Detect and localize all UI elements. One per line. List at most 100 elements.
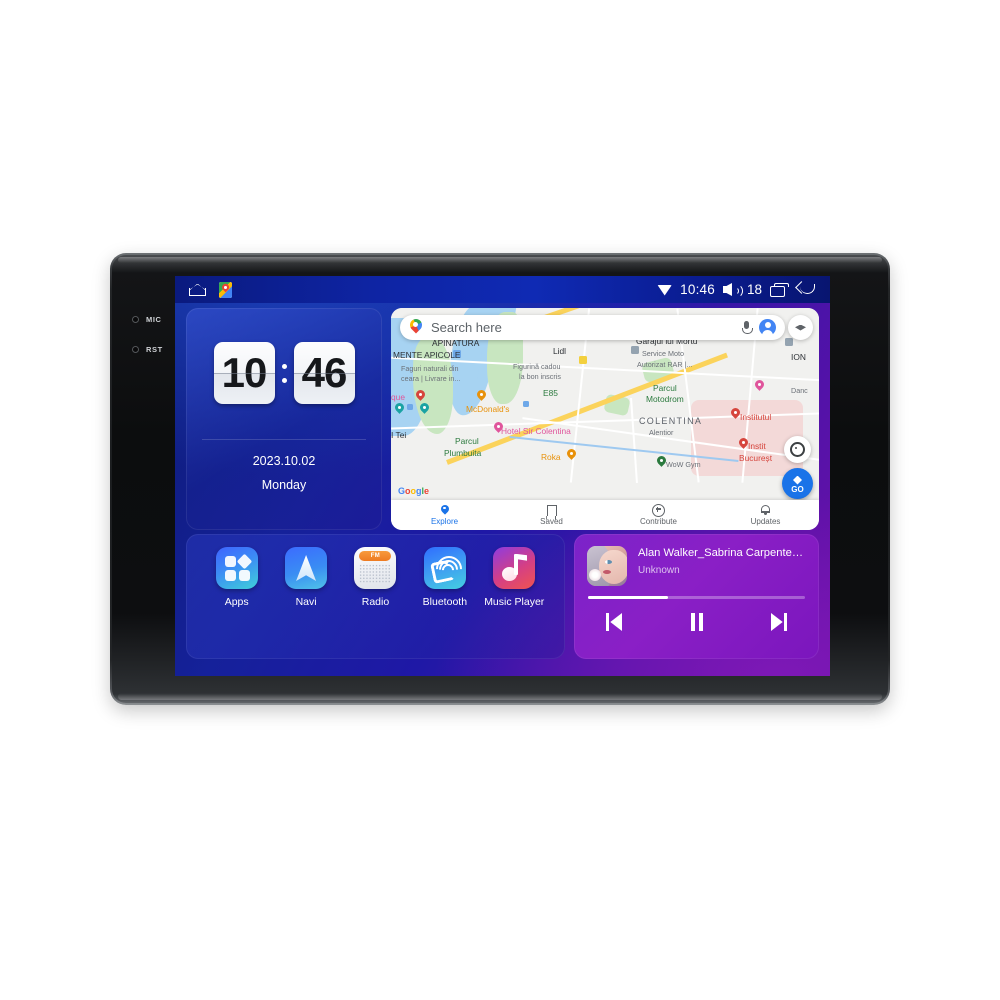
skip-next-icon[interactable] bbox=[767, 613, 789, 631]
bezel-highlight-bottom bbox=[118, 693, 882, 700]
music-player-header: Alan Walker_Sabrina Carpenter_F... Unkno… bbox=[587, 546, 806, 586]
app-shortcut-music-player-label: Music Player bbox=[484, 596, 545, 608]
mic-hole-row: MIC bbox=[132, 315, 163, 324]
map-label: Danc bbox=[791, 386, 808, 395]
map-widget[interactable]: APINATURA MENTE APICOLE Faguri naturali di… bbox=[391, 308, 819, 530]
map-pin bbox=[565, 447, 578, 461]
map-label: Parcul bbox=[653, 383, 677, 393]
map-nav-contribute-label: Contribute bbox=[640, 516, 677, 526]
map-label: Motodrom bbox=[646, 394, 684, 404]
map-canvas[interactable]: APINATURA MENTE APICOLE Faguri naturali di… bbox=[391, 308, 819, 530]
map-nav-updates[interactable]: Updates bbox=[712, 505, 819, 526]
map-pin bbox=[414, 388, 427, 402]
go-label: GO bbox=[791, 484, 804, 494]
fm-badge-label: FM bbox=[370, 553, 381, 559]
bottom-widget-row: Apps Navi FM Radio Bluetooth Music Playe… bbox=[186, 534, 819, 659]
map-nav-explore[interactable]: Explore bbox=[391, 502, 498, 526]
map-label: Figurină cadou bbox=[513, 362, 561, 371]
map-label: Instit bbox=[748, 441, 766, 451]
map-label: Bucureșt bbox=[739, 453, 773, 463]
my-location-icon bbox=[790, 442, 805, 457]
map-pin bbox=[729, 406, 742, 420]
map-nav-saved[interactable]: Saved bbox=[498, 504, 605, 526]
app-shortcut-apps[interactable]: Apps bbox=[204, 547, 270, 608]
recents-icon[interactable] bbox=[770, 282, 789, 297]
map-search-bar[interactable]: Search here bbox=[400, 315, 785, 340]
app-shortcut-bluetooth[interactable]: Bluetooth bbox=[412, 547, 478, 608]
volume-icon[interactable] bbox=[722, 283, 743, 298]
clock-divider bbox=[202, 439, 366, 440]
map-label: Hotel Sir Colentina bbox=[501, 426, 571, 436]
go-navigation-button[interactable]: GO bbox=[782, 468, 813, 499]
google-watermark: Google bbox=[398, 486, 430, 496]
google-maps-icon[interactable] bbox=[219, 281, 232, 298]
clock-widget[interactable]: 10 46 2023.10.02 Monday bbox=[186, 308, 382, 530]
map-label: ceara | Livrare in... bbox=[401, 374, 461, 383]
album-art bbox=[587, 546, 627, 586]
map-label: la bon inscris bbox=[519, 372, 561, 381]
music-player-widget[interactable]: Alan Walker_Sabrina Carpenter_F... Unkno… bbox=[574, 534, 819, 659]
map-search-input[interactable]: Search here bbox=[431, 320, 734, 335]
account-avatar-icon[interactable] bbox=[759, 319, 776, 337]
status-bar-left bbox=[189, 281, 232, 298]
map-poi-square bbox=[631, 346, 639, 354]
app-shortcut-navi-label: Navi bbox=[295, 596, 317, 608]
apps-grid-icon bbox=[215, 547, 258, 589]
map-layers-icon bbox=[795, 324, 806, 331]
skip-previous-icon[interactable] bbox=[604, 613, 626, 631]
map-pin bbox=[475, 388, 488, 402]
map-label: Plumbuita bbox=[444, 448, 482, 458]
pause-icon[interactable] bbox=[686, 613, 708, 631]
map-label: COLENTINA bbox=[639, 416, 703, 426]
map-poi-square bbox=[407, 404, 413, 410]
map-label: McDonald's bbox=[466, 404, 510, 414]
reset-label: RST bbox=[146, 345, 163, 354]
navigation-arrow-icon bbox=[285, 547, 328, 589]
map-nav-contribute[interactable]: Contribute bbox=[605, 503, 712, 526]
clock-hours: 10 bbox=[213, 342, 275, 404]
clock-weekday: Monday bbox=[261, 478, 307, 492]
map-poi-square bbox=[579, 356, 587, 364]
fm-radio-icon: FM bbox=[354, 547, 397, 589]
top-widget-row: 10 46 2023.10.02 Monday APINATURA MENTE … bbox=[186, 308, 819, 530]
map-layers-button[interactable] bbox=[788, 315, 813, 340]
bell-icon bbox=[761, 505, 770, 516]
back-icon[interactable] bbox=[795, 280, 816, 297]
map-road bbox=[630, 398, 638, 483]
map-label: que bbox=[391, 392, 405, 402]
map-nav-explore-label: Explore bbox=[430, 516, 459, 526]
track-artist: Unknown bbox=[638, 565, 680, 576]
touchscreen[interactable]: 10:46 18 10 46 2023.10.02 Monday APINATU… bbox=[175, 276, 830, 676]
app-shortcut-dock: Apps Navi FM Radio Bluetooth Music Playe… bbox=[186, 534, 565, 659]
playback-controls bbox=[588, 613, 805, 631]
map-pin bbox=[393, 401, 406, 415]
map-label: Parcul bbox=[455, 436, 479, 446]
map-nav-updates-label: Updates bbox=[750, 516, 781, 526]
home-icon[interactable] bbox=[189, 283, 206, 296]
reset-hole-row[interactable]: RST bbox=[132, 345, 163, 354]
app-shortcut-radio[interactable]: FM Radio bbox=[342, 547, 408, 608]
map-label: I Tei bbox=[391, 430, 407, 440]
map-label: Lidl bbox=[553, 346, 567, 356]
music-note-icon bbox=[493, 547, 536, 589]
map-label: E85 bbox=[543, 388, 558, 398]
app-shortcut-radio-label: Radio bbox=[361, 596, 390, 608]
map-label: Service Moto bbox=[642, 349, 684, 358]
app-shortcut-navi[interactable]: Navi bbox=[273, 547, 339, 608]
map-label: Autorizat RAR |... bbox=[637, 360, 693, 369]
google-pin-icon bbox=[407, 316, 425, 336]
volume-level: 18 bbox=[746, 282, 762, 297]
map-pin bbox=[737, 436, 750, 450]
plus-circle-icon bbox=[652, 503, 665, 517]
app-shortcut-music-player[interactable]: Music Player bbox=[481, 547, 547, 608]
wifi-icon bbox=[657, 284, 673, 296]
microphone-icon[interactable] bbox=[742, 320, 753, 335]
map-label: WoW Gym bbox=[666, 460, 701, 469]
map-pin bbox=[655, 454, 668, 468]
mic-hole-icon bbox=[132, 316, 139, 323]
playback-progress-bar[interactable] bbox=[588, 596, 805, 599]
map-label: Institutul bbox=[740, 412, 772, 422]
my-location-button[interactable] bbox=[784, 436, 811, 463]
reset-hole-icon[interactable] bbox=[132, 346, 139, 353]
clock-minutes: 46 bbox=[293, 342, 355, 404]
